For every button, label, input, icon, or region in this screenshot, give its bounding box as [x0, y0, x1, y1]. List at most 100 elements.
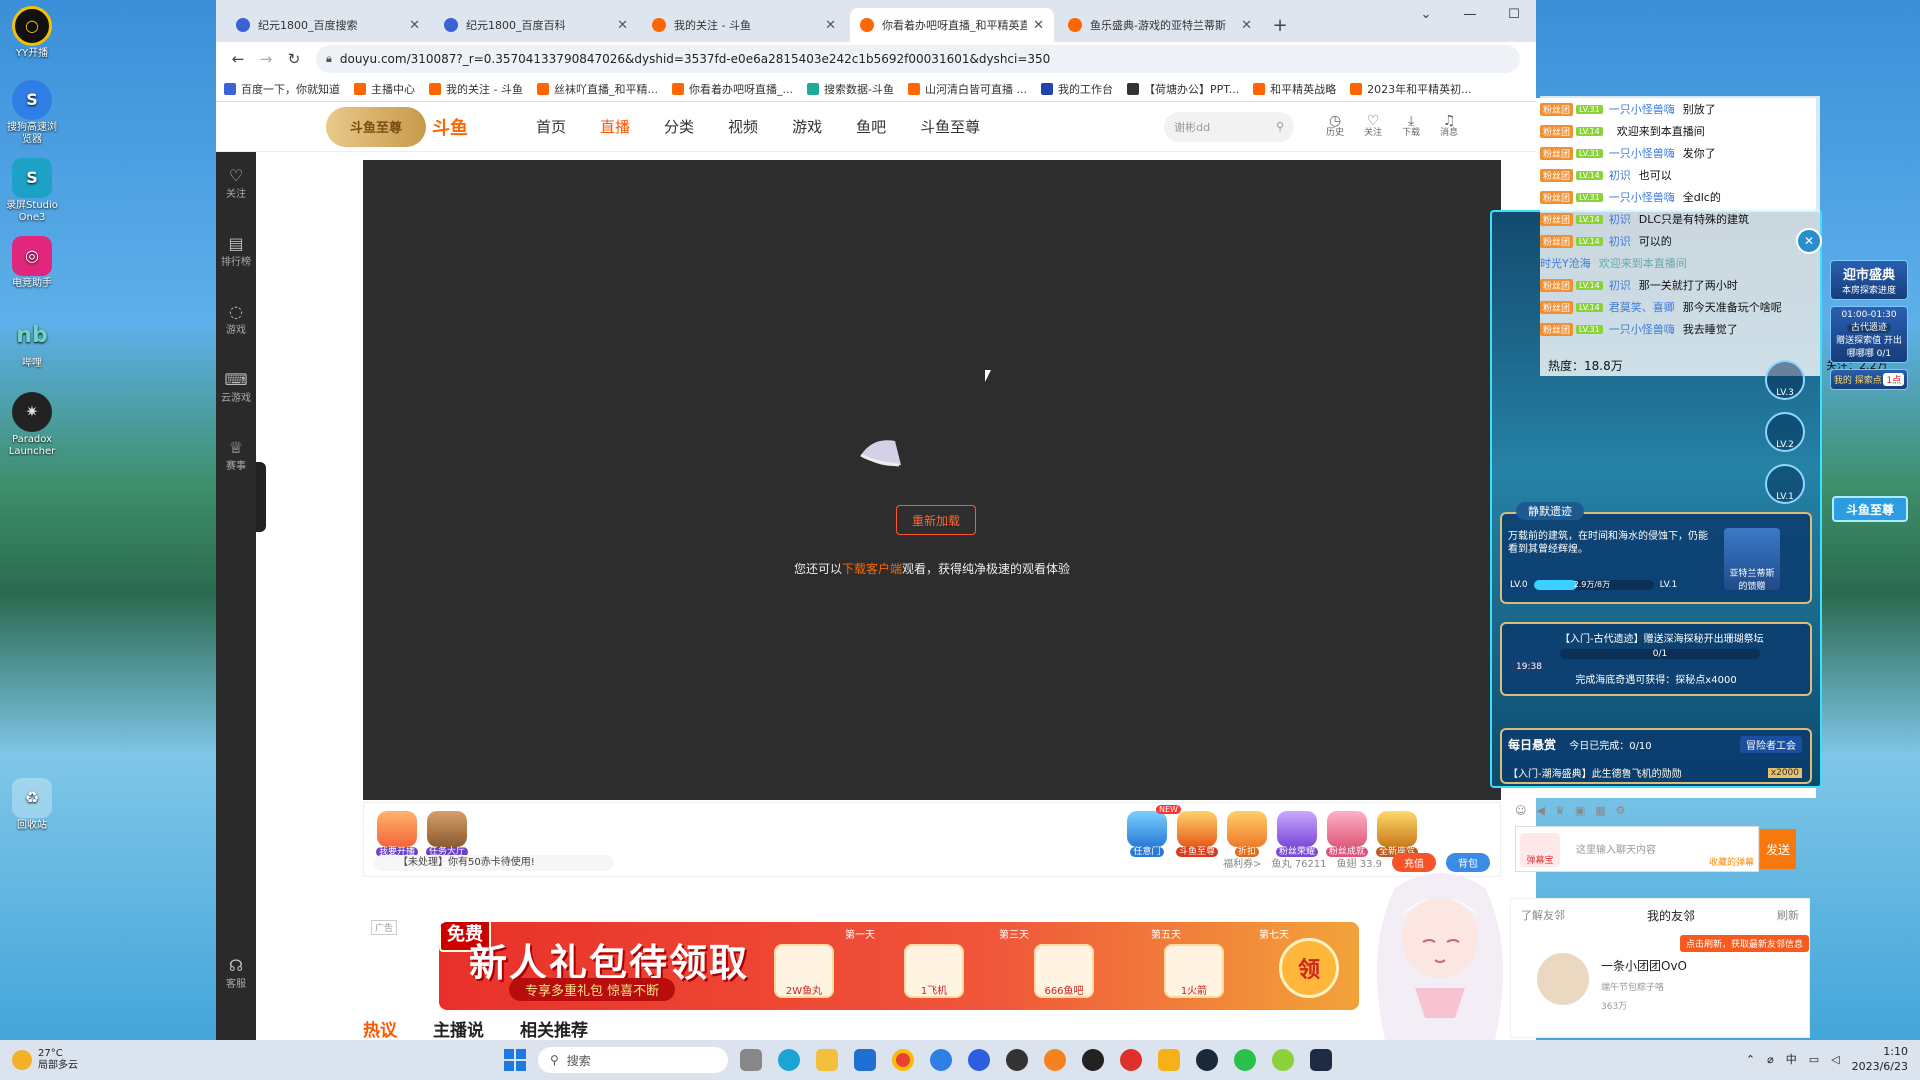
ime-indicator[interactable]: 中 — [1786, 1051, 1797, 1067]
desktop-icon-bili[interactable]: nb 哔哩 — [6, 316, 58, 370]
close-tab-icon[interactable]: ✕ — [617, 18, 628, 33]
discount-button[interactable]: 折扣 — [1222, 811, 1272, 858]
supreme-side-button[interactable]: 斗鱼至尊 — [1832, 496, 1908, 522]
mic-icon[interactable]: ⌀ — [1767, 1053, 1774, 1066]
portal-button[interactable]: 任意门 — [1122, 811, 1172, 858]
chevron-down-icon[interactable]: ⌄ — [1404, 0, 1448, 28]
bookmark-item[interactable]: 丝袜吖直播_和平精... — [536, 81, 658, 97]
friend-item[interactable]: 一条小团团OvO 端午节包粽子咯 363万 — [1535, 951, 1687, 1012]
danmu-color-button[interactable]: 弹幕宝 — [1520, 833, 1560, 867]
sidebar-item-events[interactable]: ♕ 赛事 — [216, 424, 256, 492]
browser-tab-baidu-search[interactable]: 纪元1800_百度搜索 ✕ — [226, 8, 430, 42]
k-app-icon[interactable] — [968, 1049, 990, 1071]
sidebar-item-rank[interactable]: ▤ 排行榜 — [216, 220, 256, 288]
g-app-icon[interactable] — [1082, 1049, 1104, 1071]
site-search-input[interactable]: 谢彬dd ⚲ — [1164, 111, 1295, 142]
edge-icon[interactable] — [778, 1049, 800, 1071]
bookmark-item[interactable]: 我的工作台 — [1040, 81, 1113, 97]
header-follow[interactable]: ♡ 关注 — [1354, 114, 1392, 139]
close-tab-icon[interactable]: ✕ — [825, 18, 836, 33]
weather-widget[interactable]: 27°C 局部多云 — [12, 1048, 78, 1072]
desktop-icon-recycle-bin[interactable]: ♻ 回收站 — [6, 778, 58, 832]
tab-related[interactable]: 相关推荐 — [520, 1016, 588, 1040]
sogou-icon[interactable] — [930, 1049, 952, 1071]
event-title-card[interactable]: 迎市盛典 本房探索进度 — [1830, 260, 1908, 300]
nav-live[interactable]: 直播 — [600, 116, 630, 137]
quest-reward[interactable]: 亚特兰蒂斯 的馈赠 — [1724, 528, 1780, 592]
obs-icon[interactable] — [1006, 1049, 1028, 1071]
nav-video[interactable]: 视频 — [728, 116, 758, 137]
daily-bounty[interactable]: 每日悬赏 今日已完成：0/10 冒险者工会 【入门-潮海盛典】此生德鲁飞机的勋勋… — [1500, 728, 1812, 784]
nav-home[interactable]: 首页 — [536, 116, 566, 137]
quest-card-ruins[interactable]: 静默遗迹 万载前的建筑，在时间和海水的侵蚀下，仍能看到其曾经辉煌。 亚特兰蒂斯 … — [1500, 502, 1812, 604]
reload-icon[interactable]: ↻ — [280, 50, 308, 68]
crown-icon[interactable]: ♛ — [1555, 804, 1565, 818]
adventurer-guild-button[interactable]: 冒险者工会 — [1740, 736, 1802, 753]
header-history[interactable]: ◷ 历史 — [1316, 114, 1354, 139]
site-logo[interactable]: 斗鱼至尊 斗鱼 — [326, 105, 496, 149]
task-hall-button[interactable]: 任务大厅 — [422, 811, 472, 858]
my-points-card[interactable]: 我的 探索点 1点 — [1830, 369, 1908, 390]
speaker-icon[interactable]: ◁ — [1831, 1053, 1839, 1066]
tab-discussion[interactable]: 热议 — [363, 1016, 397, 1040]
supreme-button[interactable]: 斗鱼至尊 — [1172, 811, 1222, 858]
sidebar-item-cloud-game[interactable]: ⌨ 云游戏 — [216, 356, 256, 424]
fan-icon[interactable]: ▣ — [1575, 804, 1585, 818]
monitor-icon[interactable]: ▭ — [1809, 1053, 1819, 1066]
desktop-icon-esports[interactable]: ◎ 电竞助手 — [6, 236, 58, 290]
newbie-gift-banner[interactable]: 免费 新人礼包待领取 专享多重礼包 惊喜不断 第一天 第三天 第五天 第七天 2… — [439, 922, 1359, 1010]
learn-friends-link[interactable]: 了解友邻 — [1521, 907, 1565, 924]
nav-fishbar[interactable]: 鱼吧 — [856, 116, 886, 137]
cloud-app-icon[interactable] — [1310, 1049, 1332, 1071]
task-view-icon[interactable] — [740, 1049, 762, 1071]
wechat-icon[interactable] — [1234, 1049, 1256, 1071]
bookmark-item[interactable]: 我的关注 - 斗鱼 — [429, 81, 523, 97]
bookmark-item[interactable]: 百度一下，你就知道 — [224, 81, 340, 97]
forward-arrow-icon[interactable]: → — [252, 50, 280, 68]
chrome-icon[interactable] — [892, 1049, 914, 1071]
red-app-icon[interactable] — [1120, 1049, 1142, 1071]
gift-icon[interactable]: ▦ — [1595, 804, 1605, 818]
new-mount-button[interactable]: 全新座驾 — [1372, 811, 1422, 858]
desktop-icon-studio-one[interactable]: S 录屏Studio One3 — [6, 158, 58, 224]
desktop-icon-sogou[interactable]: S 搜狗高速浏览器 — [6, 80, 58, 146]
refresh-button[interactable]: 刷新 — [1777, 907, 1799, 924]
nav-category[interactable]: 分类 — [664, 116, 694, 137]
desktop-icon-paradox[interactable]: ✷ Paradox Launcher — [6, 392, 58, 458]
douyu-app-icon[interactable] — [1044, 1049, 1066, 1071]
taskbar-clock[interactable]: 1:10 2023/6/23 — [1852, 1044, 1908, 1074]
start-button[interactable] — [504, 1049, 526, 1071]
bookmark-item[interactable]: 你看着办吧呀直播_... — [671, 81, 793, 97]
claim-button[interactable]: 领 — [1279, 938, 1339, 998]
video-player[interactable]: 重新加载 您还可以下载客户端观看，获得纯净极速的观看体验 — [363, 160, 1501, 800]
download-client-link[interactable]: 下载客户端 — [842, 562, 902, 576]
url-field[interactable]: 🔒︎ douyu.com/310087?_r=0.3570413379084702… — [316, 45, 1520, 73]
reload-button[interactable]: 重新加载 — [896, 505, 976, 535]
fan-achievement-button[interactable]: 粉丝成就 — [1322, 811, 1372, 858]
owl-app-icon[interactable] — [1158, 1049, 1180, 1071]
quest-card-gift[interactable]: 19:38 【入门-古代遗迹】赠送深海探秘开出珊瑚祭坛 0/1 完成海底奇遇可获… — [1500, 622, 1812, 696]
green-app-icon[interactable] — [1272, 1049, 1294, 1071]
back-arrow-icon[interactable]: ← — [224, 50, 252, 68]
notice-bar[interactable]: 【未处理】你有50赤卡待使用! — [374, 855, 614, 871]
mail-icon[interactable] — [854, 1049, 876, 1071]
tab-streamer-says[interactable]: 主播说 — [433, 1016, 484, 1040]
chat-input[interactable]: 这里输入聊天内容 — [1576, 841, 1656, 856]
file-explorer-icon[interactable] — [816, 1049, 838, 1071]
minimize-icon[interactable]: — — [1448, 0, 1492, 28]
chevron-up-icon[interactable]: ⌃ — [1746, 1053, 1755, 1066]
taskbar-search[interactable]: ⚲ 搜索 — [538, 1047, 728, 1073]
steam-icon[interactable] — [1196, 1049, 1218, 1071]
event-close-icon[interactable]: ✕ — [1796, 228, 1822, 254]
coupon-link[interactable]: 福利券> — [1223, 855, 1261, 870]
browser-tab-baidu-baike[interactable]: 纪元1800_百度百科 ✕ — [434, 8, 638, 42]
browser-tab-event[interactable]: 鱼乐盛典-游戏的亚特兰蒂斯 ✕ — [1058, 8, 1262, 42]
horn-icon[interactable]: ◀ — [1536, 804, 1544, 818]
sidebar-collapse-handle[interactable] — [256, 462, 266, 532]
close-tab-icon[interactable]: ✕ — [1241, 18, 1252, 33]
sidebar-item-follow[interactable]: ♡ 关注 — [216, 152, 256, 220]
bookmark-item[interactable]: 山河清白皆可直播 ... — [907, 81, 1027, 97]
close-tab-icon[interactable]: ✕ — [409, 18, 420, 33]
bookmark-item[interactable]: 主播中心 — [354, 81, 415, 97]
bookmark-item[interactable]: 【荷塘办公】PPT... — [1126, 81, 1239, 97]
